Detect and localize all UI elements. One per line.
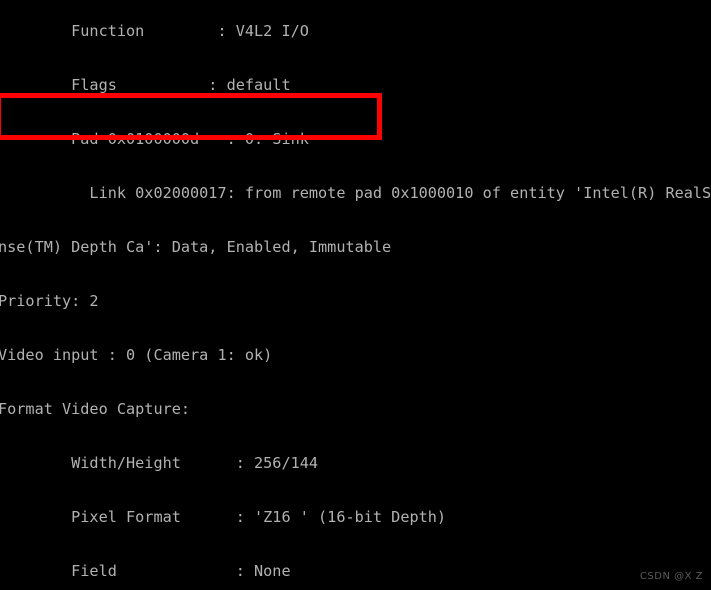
output-line: Flags : default [0, 76, 291, 94]
output-line: Priority: 2 [0, 292, 99, 310]
output-line-video-input: Video input : 0 (Camera 1: ok) [0, 346, 273, 364]
output-line: Pad 0x0100000d : 0: Sink [0, 130, 309, 148]
output-line: nse(TM) Depth Ca': Data, Enabled, Immuta… [0, 238, 392, 256]
output-line: Pixel Format : 'Z16 ' (16-bit Depth) [0, 508, 447, 526]
csdn-watermark: CSDN @X Z [639, 571, 703, 582]
terminal-window[interactable]: Function : V4L2 I/O Flags : default Pad … [0, 0, 711, 590]
output-line: Link 0x02000017: from remote pad 0x10000… [0, 184, 711, 202]
output-line: Field : None [0, 562, 291, 580]
output-line: Function : V4L2 I/O [0, 22, 309, 40]
terminal-output: Function : V4L2 I/O Flags : default Pad … [0, 0, 711, 590]
output-line-format-video-capture: Format Video Capture: [0, 400, 191, 418]
output-line: Width/Height : 256/144 [0, 454, 319, 472]
